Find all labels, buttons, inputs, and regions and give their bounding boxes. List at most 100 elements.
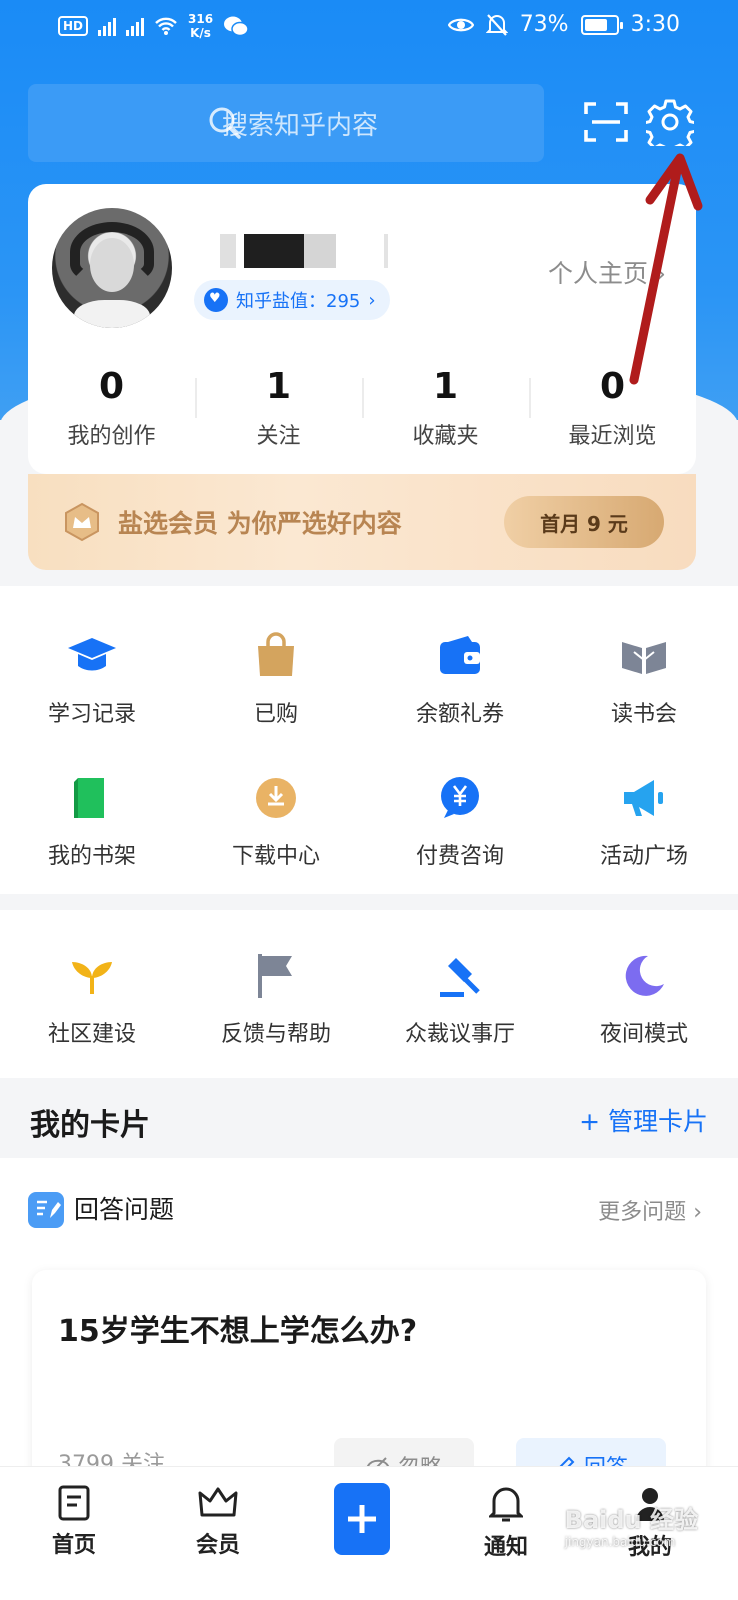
wifi-icon — [155, 17, 177, 35]
grid-item-community[interactable]: 社区建设 — [0, 950, 184, 1048]
grid-item-download[interactable]: 下载中心 — [184, 772, 368, 870]
avatar[interactable] — [52, 208, 172, 328]
wallet-icon — [440, 636, 480, 674]
annotation-arrow — [629, 153, 703, 385]
status-bar: HD 316 K/s 73% 3:30 — [0, 0, 738, 56]
yanzhi-badge[interactable]: 知乎盐值：295 › — [194, 280, 390, 320]
flag-icon — [258, 954, 292, 998]
grid-item-consult[interactable]: 付费咨询 — [368, 772, 552, 870]
chevron-right-icon: › — [368, 289, 376, 311]
stat-number: 0 — [98, 366, 125, 407]
stat-label: 关注 — [256, 424, 301, 449]
search-placeholder: 搜索知乎内容 — [222, 110, 379, 141]
stat-label: 收藏夹 — [412, 424, 479, 449]
mute-bell-icon — [485, 13, 508, 36]
grid-item-study[interactable]: 学习记录 — [0, 630, 184, 728]
battery-fill — [584, 18, 607, 31]
battery-percent: 73% — [519, 12, 569, 37]
moon-icon — [625, 955, 664, 996]
yuan-bubble-icon — [441, 777, 479, 818]
stat-label: 我的创作 — [67, 424, 156, 449]
grid-item-purchased[interactable]: 已购 — [184, 630, 368, 728]
wechat-icon — [224, 16, 249, 37]
yanzhi-label: 知乎盐值：295 — [236, 291, 361, 312]
vip-slogan: 盐选会员 为你严选好内容 — [118, 509, 402, 538]
grid-item-jury[interactable]: 众裁议事厅 — [368, 950, 552, 1048]
megaphone-icon — [624, 780, 663, 816]
grid-label: 学习记录 — [47, 702, 136, 727]
scan-icon[interactable] — [584, 100, 628, 144]
grid-label: 反馈与帮助 — [220, 1022, 331, 1047]
grid-label: 余额礼券 — [415, 702, 504, 727]
grid-item-balance[interactable]: 余额礼券 — [368, 630, 552, 728]
grid-item-bookshelf[interactable]: 我的书架 — [0, 772, 184, 870]
vip-banner[interactable]: 盐选会员 为你严选好内容 首月 9 元 — [28, 474, 696, 570]
graduation-cap-icon — [68, 638, 116, 671]
grid-label: 下载中心 — [231, 844, 320, 869]
status-left: HD 316 K/s — [58, 12, 249, 40]
grid-label: 读书会 — [610, 702, 677, 727]
stat-following[interactable]: 1 关注 — [195, 364, 362, 450]
edit-icon — [37, 1200, 61, 1218]
chevron-right-icon: › — [693, 1200, 702, 1225]
signal-4g-icon — [126, 16, 145, 36]
search-input[interactable]: 搜索知乎内容 — [28, 84, 544, 162]
open-book-icon — [622, 642, 666, 674]
stats-row: 0 我的创作 1 关注 1 收藏夹 0 最近浏览 — [28, 364, 696, 450]
vip-subscribe-button[interactable]: 首月 9 元 — [504, 496, 664, 548]
watermark-url: jingyan.baidu.com — [564, 1535, 676, 1549]
hd-icon: HD — [58, 16, 89, 36]
watermark-brand: Baidu 经验 — [564, 1506, 698, 1534]
community-grid: 社区建设 反馈与帮助 众裁议事厅 夜间模式 — [0, 910, 738, 1078]
profile-card: 知乎盐值：295 › 个人主页 › 0 我的创作 1 关注 1 收藏夹 0 最近… — [28, 184, 696, 474]
heart-icon — [204, 288, 228, 312]
nav-home[interactable]: 首页 — [24, 1485, 124, 1559]
more-questions-link[interactable]: 更多问题 › — [598, 1194, 702, 1226]
avatar-shirt — [74, 300, 150, 328]
stat-number: 1 — [432, 366, 459, 407]
nav-label: 首页 — [51, 1533, 96, 1558]
stat-creations[interactable]: 0 我的创作 — [28, 364, 195, 450]
services-grid: 学习记录 已购 余额礼券 读书会 我的书架 下载中心 付费咨询 活动广场 — [0, 586, 738, 894]
more-questions-label: 更多问题 — [598, 1200, 687, 1225]
grid-label: 活动广场 — [599, 844, 688, 869]
username-redacted — [200, 234, 400, 268]
grid-label: 我的书架 — [47, 844, 136, 869]
manage-cards-link[interactable]: + 管理卡片 — [579, 1102, 708, 1138]
crown-icon — [198, 1487, 238, 1517]
shopping-bag-icon — [258, 632, 294, 676]
signal-2g-icon — [98, 16, 117, 36]
gear-icon[interactable] — [646, 98, 694, 146]
question-title: 15岁学生不想上学怎么办? — [58, 1314, 418, 1349]
create-button[interactable] — [334, 1483, 390, 1555]
grid-label: 众裁议事厅 — [404, 1022, 515, 1047]
grid-item-night-mode[interactable]: 夜间模式 — [552, 950, 736, 1048]
stat-collections[interactable]: 1 收藏夹 — [362, 364, 529, 450]
bookshelf-icon — [74, 778, 104, 818]
stat-label: 最近浏览 — [568, 424, 657, 449]
cards-header: 我的卡片 + 管理卡片 — [0, 1080, 738, 1158]
grid-item-bookclub[interactable]: 读书会 — [552, 630, 736, 728]
home-doc-icon — [58, 1485, 90, 1521]
sprout-icon — [72, 962, 112, 994]
nav-label: 会员 — [195, 1533, 240, 1558]
grid-item-feedback[interactable]: 反馈与帮助 — [184, 950, 368, 1048]
search-icon — [209, 107, 241, 139]
grid-label: 夜间模式 — [599, 1022, 688, 1047]
clock: 3:30 — [630, 12, 680, 37]
download-icon — [256, 778, 296, 818]
nav-vip[interactable]: 会员 — [168, 1485, 268, 1559]
grid-label: 社区建设 — [47, 1022, 136, 1047]
avatar-face — [90, 238, 134, 292]
vip-crown-icon — [65, 502, 99, 542]
plus-icon — [348, 1505, 376, 1533]
answer-section-title: 回答问题 — [74, 1195, 175, 1224]
nav-label: 通知 — [483, 1535, 528, 1560]
status-right: 73% 3:30 — [447, 12, 680, 37]
network-speed: 316 K/s — [188, 12, 214, 40]
nav-notify[interactable]: 通知 — [456, 1485, 556, 1561]
grid-label: 已购 — [253, 702, 298, 727]
answer-pencil-icon — [28, 1192, 64, 1228]
grid-item-events[interactable]: 活动广场 — [552, 772, 736, 870]
battery-icon — [580, 14, 623, 35]
